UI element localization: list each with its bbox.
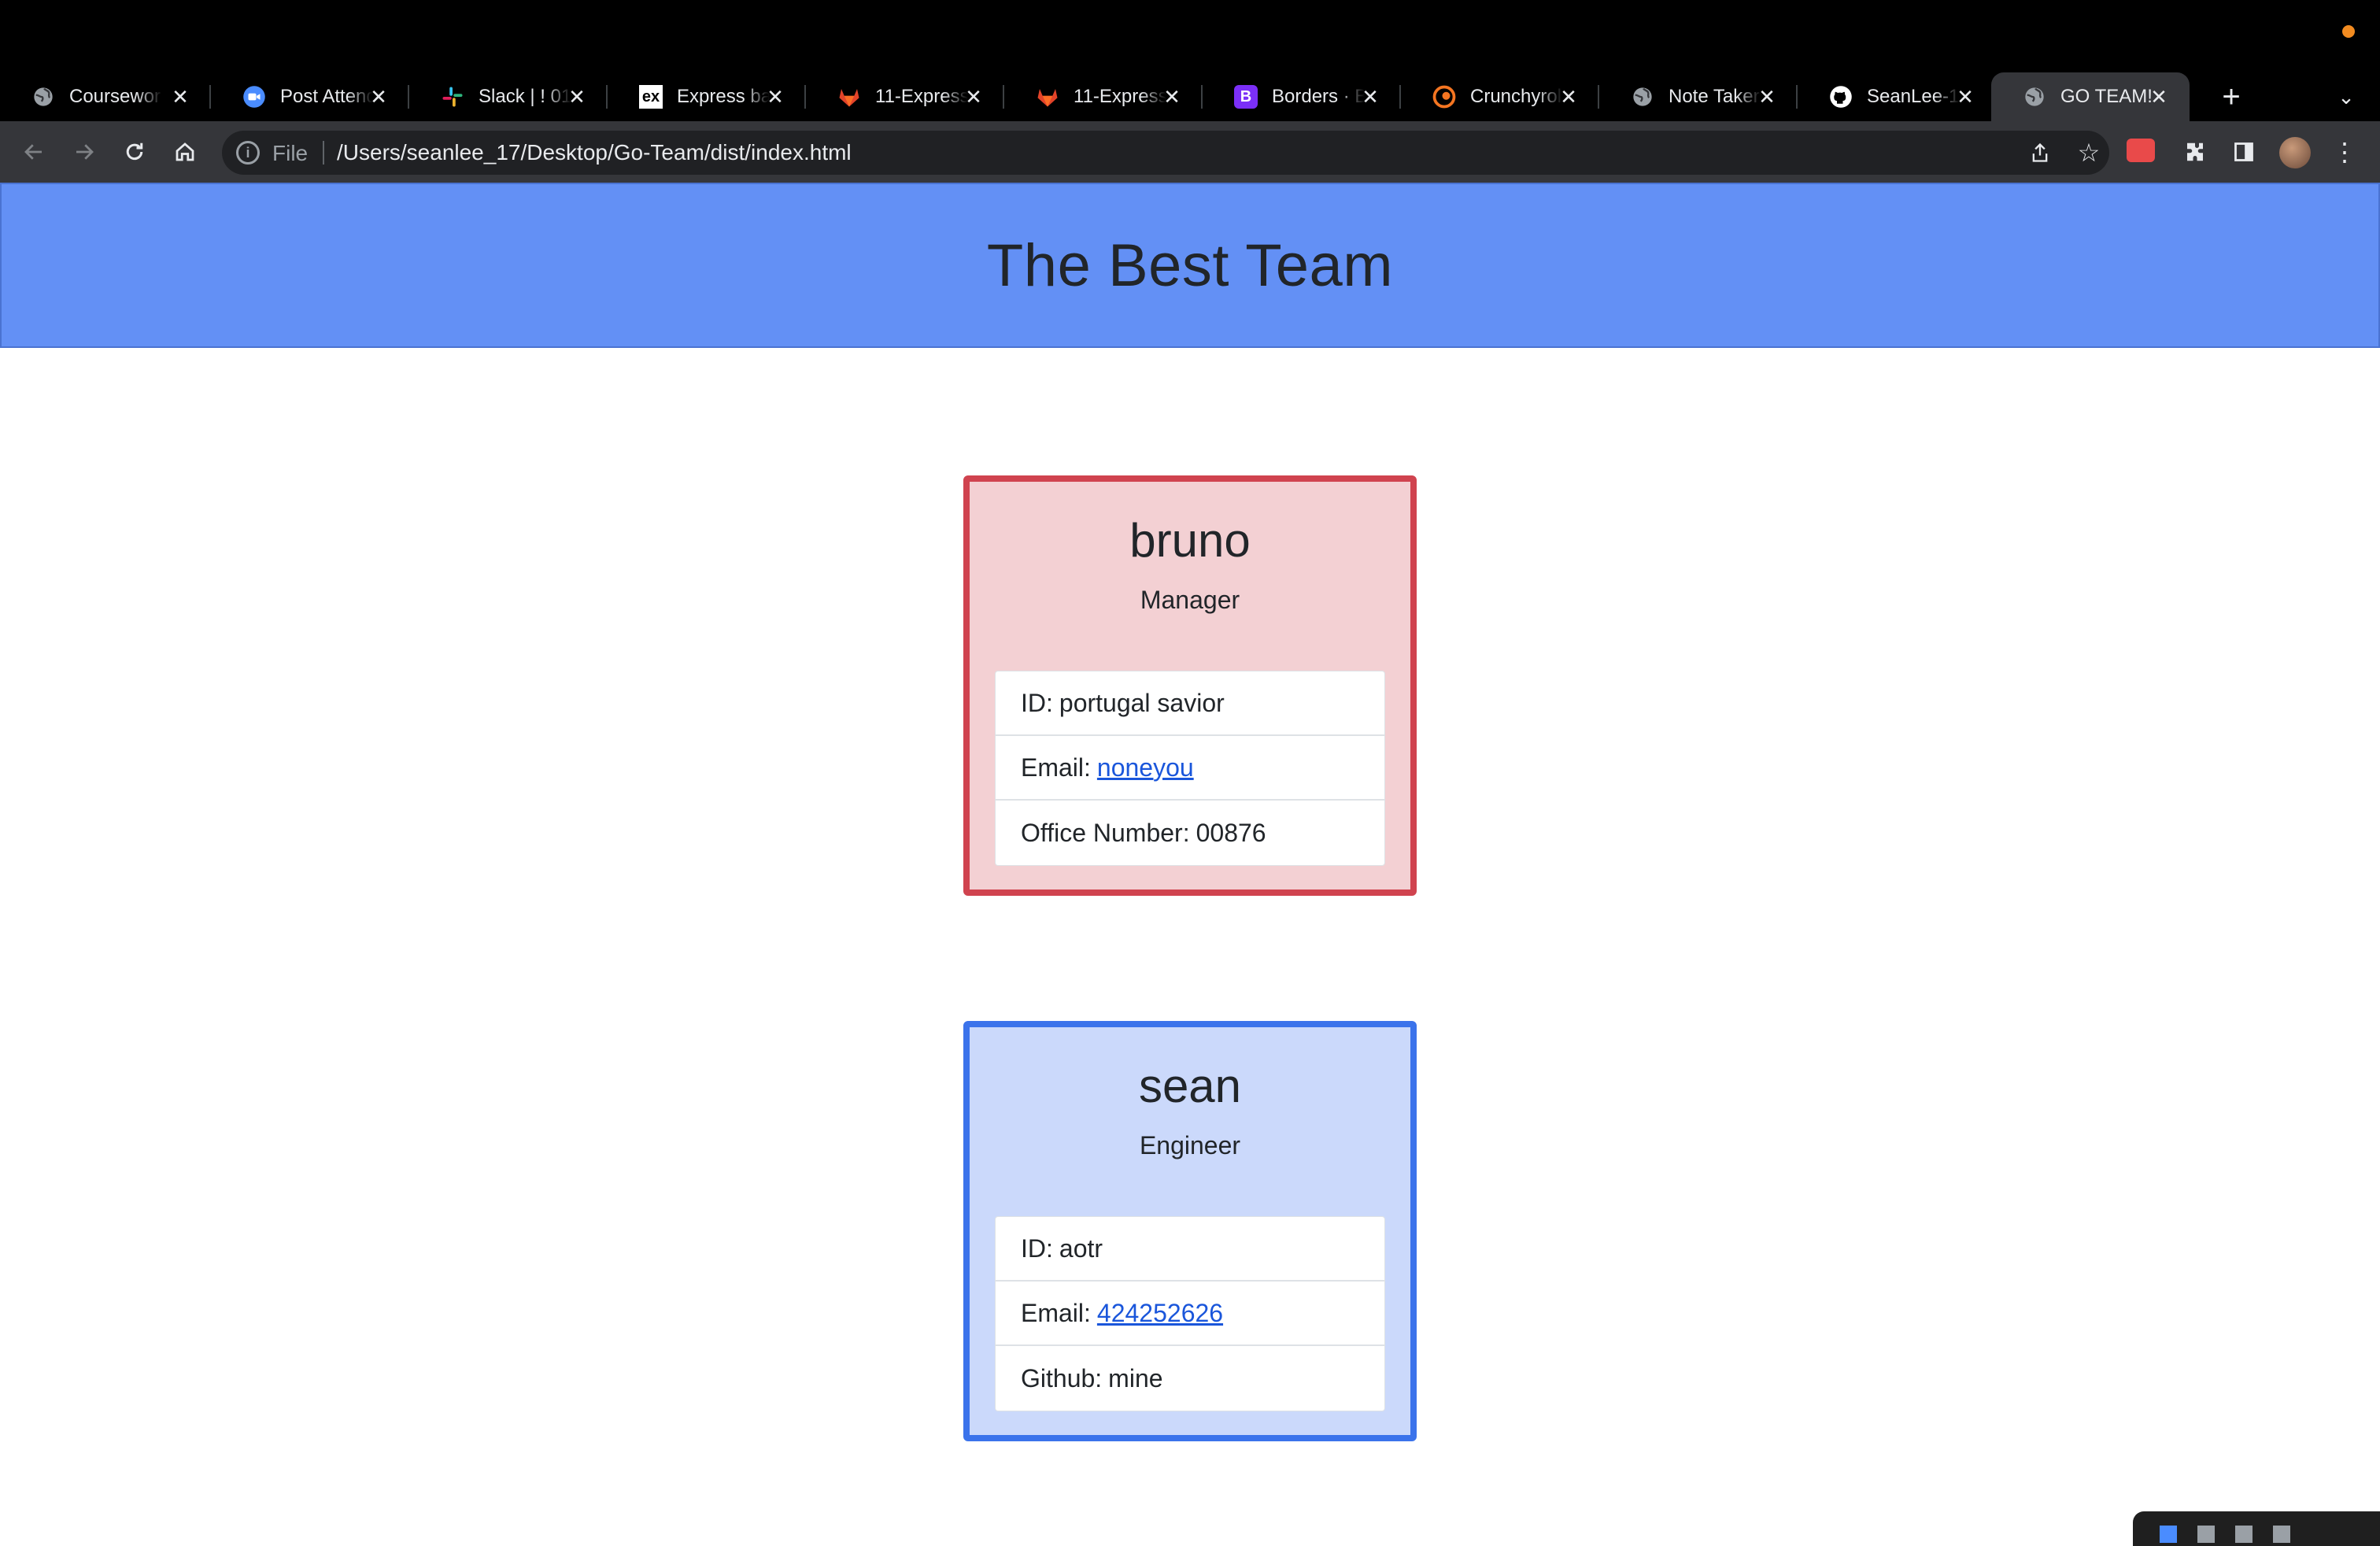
- profile-avatar[interactable]: [2279, 137, 2311, 168]
- tab-title: SeanLee-17: [1867, 86, 1960, 107]
- tab-title: 11-Express: [1074, 86, 1166, 107]
- tab-note-taker[interactable]: Note Taker ✕: [1599, 72, 1798, 121]
- tab-github[interactable]: SeanLee-17 ✕: [1798, 72, 1996, 121]
- tab-coursework[interactable]: Coursework ✕: [0, 72, 211, 121]
- list-item-id: ID: aotr: [996, 1217, 1384, 1282]
- tab-title: Express basic: [677, 86, 770, 107]
- employee-role: Engineer: [1139, 1131, 1241, 1160]
- email-link[interactable]: noneyou: [1097, 753, 1194, 782]
- tab-11-express-2[interactable]: 11-Express ✕: [1004, 72, 1203, 121]
- layout-icon[interactable]: [2235, 1526, 2252, 1543]
- close-icon[interactable]: ✕: [960, 83, 987, 110]
- layout-icon[interactable]: [2197, 1526, 2215, 1543]
- email-link[interactable]: 424252626: [1097, 1299, 1223, 1328]
- employee-name: sean: [1138, 1060, 1242, 1112]
- close-icon[interactable]: ✕: [2145, 83, 2172, 110]
- new-tab-button[interactable]: +: [2207, 72, 2256, 121]
- crunchyroll-icon: [1432, 85, 1456, 109]
- close-icon[interactable]: ✕: [1952, 83, 1979, 110]
- tab-crunchyroll[interactable]: Crunchyroll ✕: [1401, 72, 1599, 121]
- tab-slack[interactable]: Slack | ! 01 ✕: [409, 72, 608, 121]
- extensions-puzzle-icon[interactable]: [2172, 129, 2218, 175]
- express-icon: ex: [639, 85, 663, 109]
- bookmark-star-icon[interactable]: ☆: [2073, 137, 2105, 168]
- tab-search-chevron-down-icon[interactable]: ⌄: [2322, 72, 2371, 121]
- slack-icon: [441, 85, 464, 109]
- close-icon[interactable]: ✕: [167, 83, 194, 110]
- tab-go-team[interactable]: GO TEAM! ✕: [1991, 72, 2190, 121]
- tab-borders-bootstrap[interactable]: B Borders · Bootstrap ✕: [1203, 72, 1401, 121]
- tab-title: Slack | ! 01: [479, 86, 571, 107]
- web-page: The Best Team bruno Manager ID: portugal…: [0, 183, 2380, 1546]
- github-value: mine: [1108, 1363, 1163, 1393]
- bootstrap-icon: B: [1234, 85, 1258, 109]
- list-item-github: Github: mine: [1021, 1363, 1163, 1393]
- globe-icon: [2023, 85, 2046, 109]
- more-menu-icon[interactable]: ⋮: [2322, 129, 2367, 175]
- office-number-value: 00876: [1196, 818, 1266, 847]
- engineer-card: sean Engineer ID: aotr Email: 424252626 …: [963, 1021, 1417, 1441]
- close-icon[interactable]: ✕: [1555, 83, 1582, 110]
- github-icon: [1829, 85, 1853, 109]
- scheme-label: File: [272, 141, 309, 165]
- close-icon[interactable]: ✕: [564, 83, 590, 110]
- tab-11-express-1[interactable]: 11-Express ✕: [806, 72, 1004, 121]
- tab-title: 11-Express: [875, 86, 968, 107]
- tab-title: Coursework: [69, 86, 162, 107]
- tab-post-attendance[interactable]: Post Attendance ✕: [211, 72, 409, 121]
- window-titlebar: [0, 0, 2380, 72]
- address-bar[interactable]: i File /Users/seanlee_17/Desktop/Go-Team…: [222, 131, 2109, 175]
- tab-strip: Coursework ✕ Post Attendance ✕ Slack | !…: [0, 72, 2380, 121]
- globe-icon: [31, 85, 55, 109]
- gitlab-icon: [837, 85, 861, 109]
- tab-title: Borders · Bootstrap: [1272, 86, 1365, 107]
- tab-title: Note Taker: [1669, 86, 1760, 107]
- browser-toolbar: i File /Users/seanlee_17/Desktop/Go-Team…: [0, 121, 2380, 183]
- id-value: portugal savior: [1059, 688, 1225, 717]
- tab-title: Crunchyroll: [1470, 86, 1563, 107]
- tab-express-basic[interactable]: ex Express basic ✕: [608, 72, 806, 121]
- gitlab-icon: [1036, 85, 1059, 109]
- tab-title: Post Attendance: [280, 86, 373, 107]
- page-title: The Best Team: [986, 231, 1394, 299]
- side-panel-icon[interactable]: [2221, 129, 2267, 175]
- close-icon[interactable]: ✕: [1754, 83, 1780, 110]
- employee-details-list: ID: aotr Email: 424252626 Github: mine: [995, 1216, 1385, 1411]
- close-icon[interactable]: ✕: [1159, 83, 1185, 110]
- layout-icon[interactable]: [2160, 1526, 2177, 1543]
- forward-arrow-icon[interactable]: [61, 129, 107, 175]
- url-text[interactable]: /Users/seanlee_17/Desktop/Go-Team/dist/i…: [337, 140, 852, 165]
- list-item-id: ID: portugal savior: [996, 671, 1384, 736]
- employee-role: Manager: [1140, 586, 1240, 614]
- close-icon[interactable]: ✕: [1357, 83, 1384, 110]
- close-icon[interactable]: ✕: [365, 83, 392, 110]
- id-value: aotr: [1059, 1233, 1103, 1263]
- employee-details-list: ID: portugal savior Email: noneyou Offic…: [995, 671, 1385, 866]
- back-arrow-icon[interactable]: [11, 129, 57, 175]
- reload-icon[interactable]: [112, 129, 157, 175]
- recording-indicator-icon: [2342, 25, 2355, 38]
- info-icon[interactable]: i: [236, 141, 260, 165]
- list-item-email: Email: 424252626: [996, 1282, 1384, 1346]
- list-item-email: Email: noneyou: [996, 736, 1384, 801]
- grid-icon[interactable]: [2273, 1526, 2290, 1543]
- home-icon[interactable]: [162, 129, 208, 175]
- globe-icon: [1631, 85, 1654, 109]
- window-layout-widget[interactable]: [2133, 1511, 2380, 1546]
- zoom-icon: [242, 85, 266, 109]
- extension-icon[interactable]: [2127, 139, 2155, 162]
- list-item-office-number: Office Number: 00876: [1021, 818, 1266, 847]
- manager-card: bruno Manager ID: portugal savior Email:…: [963, 475, 1417, 896]
- share-icon[interactable]: [2024, 137, 2056, 168]
- employee-name: bruno: [1129, 514, 1251, 567]
- close-icon[interactable]: ✕: [762, 83, 789, 110]
- page-header: The Best Team: [0, 183, 2380, 348]
